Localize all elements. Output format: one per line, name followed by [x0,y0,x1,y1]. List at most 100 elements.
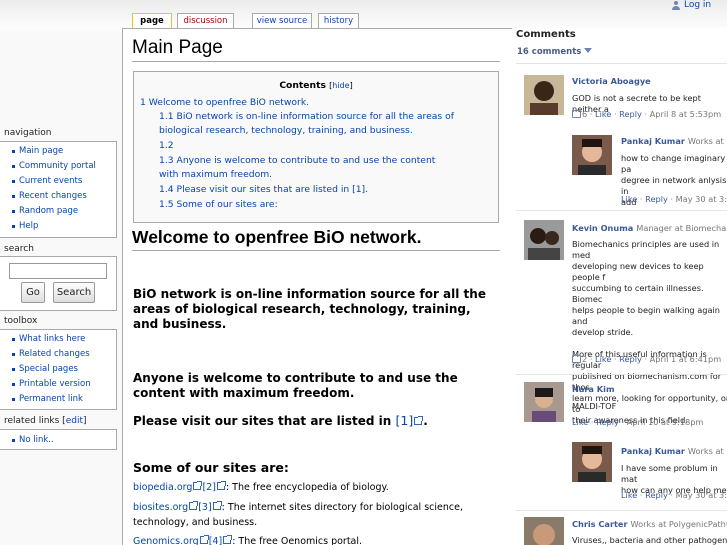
reply-link[interactable]: Reply [645,194,668,204]
external-link-icon [193,481,203,490]
toc-item-1[interactable]: 1 Welcome to openfree BiO network. [140,96,490,110]
biosites-link[interactable]: biosites.org [133,502,188,513]
like-thumb-icon [572,355,581,363]
toolbox-item-permanent-link[interactable]: Permanent link [0,392,116,407]
avatar [524,517,564,545]
intro-paragraph: BiO network is on-line information sourc… [133,287,486,331]
sidebar-item-main-page[interactable]: Main page [0,144,116,159]
avatar [524,75,564,115]
toc-item-1-4[interactable]: 1.4 Please visit our sites that are list… [159,183,494,197]
comment-reply-item: Pankaj KumarWorks at S I have some probl… [572,442,727,517]
toolbox-item-printable-version[interactable]: Printable version [0,377,116,392]
list-item: biopedia.org [2]: The free encyclopedia o… [133,481,389,493]
tab-page[interactable]: page [132,13,172,28]
toc-item-1-1[interactable]: 1.1 BiO network is on-line information s… [159,110,494,138]
genomics-link[interactable]: Genomics.org [133,536,199,545]
top-bar [0,0,727,30]
toc-item-1-5[interactable]: 1.5 Some of our sites are: [159,198,494,212]
comment-author[interactable]: Kevin Onuma Manager at Biomechani [572,223,727,234]
like-link[interactable]: Like [621,194,637,204]
sidebar-item-community-portal[interactable]: Community portal [0,159,116,174]
toolbox-box: What links here Related changes Special … [0,329,117,410]
reply-link[interactable]: Reply [619,354,642,364]
biopedia-link[interactable]: biopedia.org [133,482,192,493]
comment-author[interactable]: Pankaj KumarWorks at S [621,446,727,457]
ref-link-1[interactable]: [1] [396,413,414,428]
toolbox-item-special-pages[interactable]: Special pages [0,362,116,377]
tab-discussion[interactable]: discussion [177,13,234,28]
navigation-heading: navigation [4,128,52,138]
comment-actions: Like · Reply · May 30 at 3:1 [621,490,727,501]
ref-link-2[interactable]: [2] [202,482,215,493]
comment-author[interactable]: Pankaj KumarWorks at S [621,136,727,147]
user-icon [672,0,680,10]
reply-link[interactable]: Reply [645,490,668,500]
toc-title: Contents [279,80,326,91]
sidebar-item-help[interactable]: Help [0,219,116,234]
tab-history[interactable]: history [318,13,359,28]
like-link[interactable]: Like [572,417,588,427]
comment-time: May 30 at 3:1 [675,194,727,204]
comment-time: May 30 at 3:1 [675,490,727,500]
sidebar-item-random-page[interactable]: Random page [0,204,116,219]
related-links-edit-link[interactable]: edit [66,416,83,426]
comment-actions: 2 · Like · Reply · April 1 at 6:41pm [572,354,721,365]
reply-link[interactable]: Reply [619,109,642,119]
comment-author[interactable]: Victoria Aboagye [572,76,651,87]
toc-item-1-2[interactable]: 1.2 [159,139,494,153]
toolbox-item-related-changes[interactable]: Related changes [0,347,116,362]
comment-time: April 8 at 5:53pm [649,109,722,119]
avatar [524,382,564,422]
reply-link[interactable]: Reply [596,417,619,427]
toolbox-heading: toolbox [4,316,38,326]
ref-link-3[interactable]: [3] [198,502,211,513]
avatar [572,442,612,482]
comment-item: Nara Kim MALDI-TOF Like · Reply · April … [524,382,727,432]
navigation-box: Main page Community portal Current event… [0,141,117,238]
related-links-heading: related links [edit] [4,416,87,426]
comment-item: Kevin Onuma Manager at Biomechani Biomech… [524,220,727,425]
toc-item-1-3[interactable]: 1.3 Anyone is welcome to contribute to a… [159,154,449,182]
comments-count-dropdown[interactable]: 16 comments [517,47,592,57]
external-link-icon [212,501,222,510]
comment-reply-item: Pankaj KumarWorks at S how to change ima… [572,135,727,215]
contribute-paragraph: Anyone is welcome to contribute to and u… [133,371,458,400]
search-heading: search [4,244,34,254]
comment-author[interactable]: Nara Kim [572,384,614,395]
list-item: Genomics.org [4]: The free Oenomics porta… [133,535,363,545]
visit-paragraph: Please visit our sites that are listed i… [133,413,428,428]
external-link-icon [189,501,199,510]
content-area: Main Page Contents [hide] 1 Welcome to o… [122,28,512,545]
comments-panel: Comments 16 comments Victoria Aboagye GO… [512,28,727,545]
sidebar-item-recent-changes[interactable]: Recent changes [0,189,116,204]
comments-title: Comments [516,29,576,40]
avatar [572,135,612,175]
toolbox-item-what-links-here[interactable]: What links here [0,332,116,347]
like-link[interactable]: Like [621,490,637,500]
search-button[interactable]: Search [53,282,95,303]
login-label: Log in [684,0,712,10]
sidebar-item-current-events[interactable]: Current events [0,174,116,189]
login-link[interactable]: Log in [672,0,711,10]
comment-text: Viruses,, bacteria and other pathogens h [572,535,727,545]
welcome-heading: Welcome to openfree BiO network. [132,227,500,251]
external-link-icon [199,535,209,544]
external-link-icon [223,535,233,544]
page-title: Main Page [132,37,500,62]
avatar [524,220,564,260]
ref-link-4[interactable]: [4] [209,536,222,545]
comment-actions: Like · Reply · April 10 at 9:18pm [572,417,704,427]
like-thumb-icon [572,110,581,118]
comment-time: April 1 at 6:41pm [649,354,722,364]
tab-view-source[interactable]: view source [252,13,312,28]
like-link[interactable]: Like [595,109,611,119]
sites-heading: Some of our sites are: [133,460,289,475]
search-input[interactable] [9,263,107,279]
go-button[interactable]: Go [21,282,45,303]
comment-author[interactable]: Chris Carter Works at PolygenicPathw [572,519,727,530]
related-item[interactable]: No link.. [0,433,116,448]
like-link[interactable]: Like [595,354,611,364]
comment-item: Chris Carter Works at PolygenicPathw Viru… [524,517,727,545]
external-link-icon [414,416,424,425]
toc-hide-link[interactable]: hide [332,81,349,90]
